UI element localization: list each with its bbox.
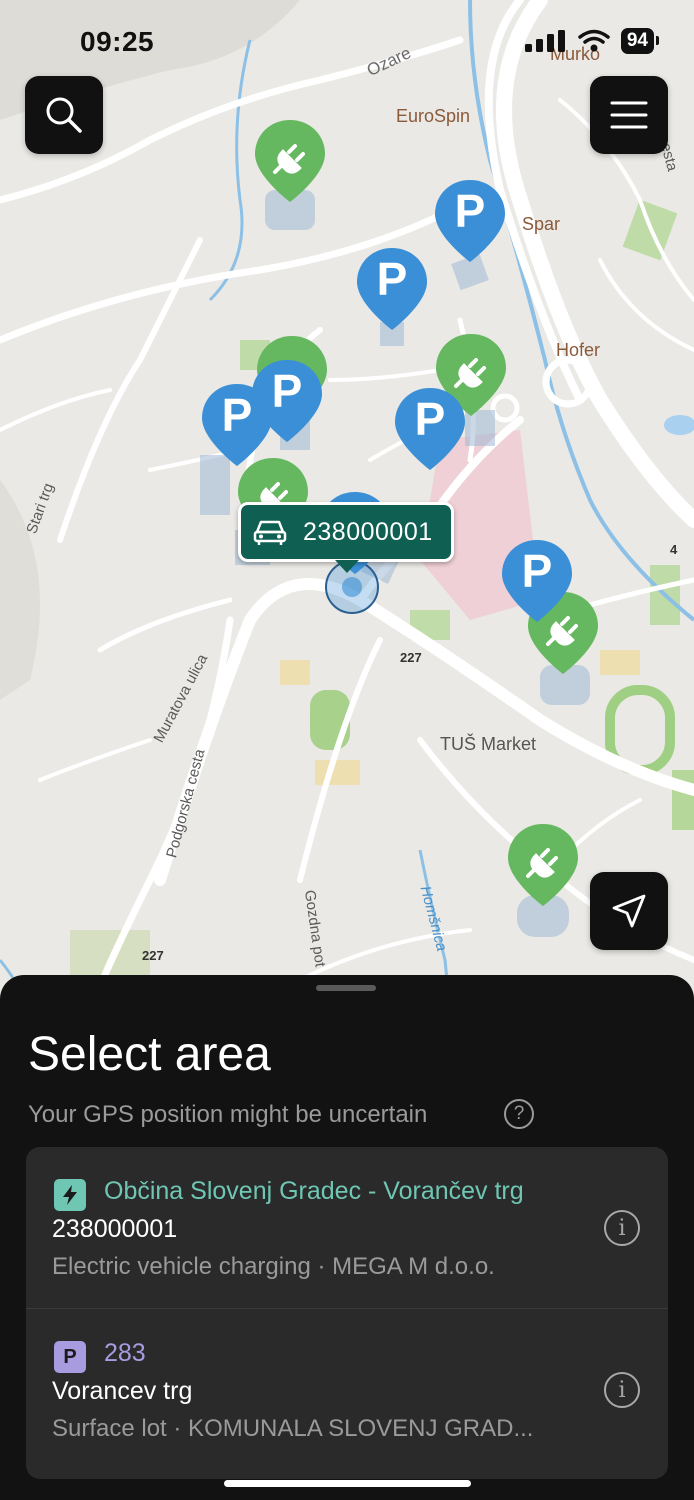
status-bar: 09:25 94 (0, 0, 694, 80)
vehicle-plate-tag[interactable]: 238000001 (238, 502, 454, 573)
parking-pin-letter: P (414, 393, 446, 445)
map-label-road-227: 227 (400, 650, 422, 665)
parking-pin-letter: P (454, 185, 486, 237)
search-icon (46, 97, 82, 133)
area-identifier: Vorancev trg (52, 1377, 193, 1405)
map-label-hofer: Hofer (556, 340, 601, 360)
parking-pin-letter: P (376, 253, 408, 305)
help-icon[interactable]: ? (504, 1099, 534, 1129)
parking-pin[interactable]: P (433, 178, 507, 264)
menu-icon (610, 101, 648, 129)
parking-pin-letter: P (271, 365, 303, 417)
sheet-title: Select area (28, 1028, 271, 1081)
area-meta: Surface lot · KOMUNALA SLOVENJ GRAD... (52, 1415, 534, 1442)
area-list: Občina Slovenj Gradec - Vorančev trg 238… (26, 1147, 668, 1479)
locate-me-button[interactable] (590, 872, 668, 950)
parking-pin[interactable]: P (250, 358, 324, 444)
ev-charging-pin[interactable] (253, 118, 327, 204)
ev-charging-pin[interactable] (506, 822, 580, 908)
map-label-tus-market: TUŠ Market (440, 734, 537, 754)
map-label-road-227-south: 227 (142, 948, 164, 963)
car-icon (253, 520, 287, 545)
info-icon[interactable]: i (604, 1372, 640, 1408)
parking-pin-letter: P (521, 545, 553, 597)
area-identifier: 238000001 (52, 1215, 178, 1243)
vehicle-plate-text: 238000001 (303, 517, 433, 546)
area-list-item[interactable]: P 283 Vorancev trg Surface lot · KOMUNAL… (26, 1309, 668, 1479)
home-indicator[interactable] (224, 1480, 471, 1487)
battery-indicator: 94 (620, 28, 660, 54)
wifi-icon (578, 29, 610, 52)
parking-badge-icon: P (54, 1341, 86, 1373)
map-label-road-4: 4 (670, 542, 678, 557)
map-label-eurospin: EuroSpin (396, 106, 471, 126)
lightning-icon (54, 1179, 86, 1211)
parking-pin[interactable]: P (500, 538, 574, 624)
area-zone-name: 283 (104, 1339, 146, 1367)
area-list-item[interactable]: Občina Slovenj Gradec - Vorančev trg 238… (26, 1147, 668, 1309)
map-view[interactable]: Ozare Murko EuroSpin Spar Hofer Stari tr… (0, 0, 694, 1010)
search-button[interactable] (25, 76, 103, 154)
menu-button[interactable] (590, 76, 668, 154)
navigation-arrow-icon (612, 894, 646, 928)
area-zone-name: Občina Slovenj Gradec - Vorančev trg (104, 1177, 524, 1205)
area-meta: Electric vehicle charging · MEGA M d.o.o… (52, 1253, 495, 1280)
info-icon[interactable]: i (604, 1210, 640, 1246)
signal-icon (524, 30, 565, 52)
parking-pin[interactable]: P (393, 386, 467, 472)
parking-pin[interactable]: P (355, 246, 429, 332)
select-area-sheet[interactable]: Select area Your GPS position might be u… (0, 975, 694, 1500)
sheet-drag-handle[interactable] (316, 985, 376, 991)
map-label-spar: Spar (522, 214, 561, 234)
gps-uncertain-text: Your GPS position might be uncertain (28, 1101, 428, 1128)
status-time: 09:25 (80, 26, 155, 57)
